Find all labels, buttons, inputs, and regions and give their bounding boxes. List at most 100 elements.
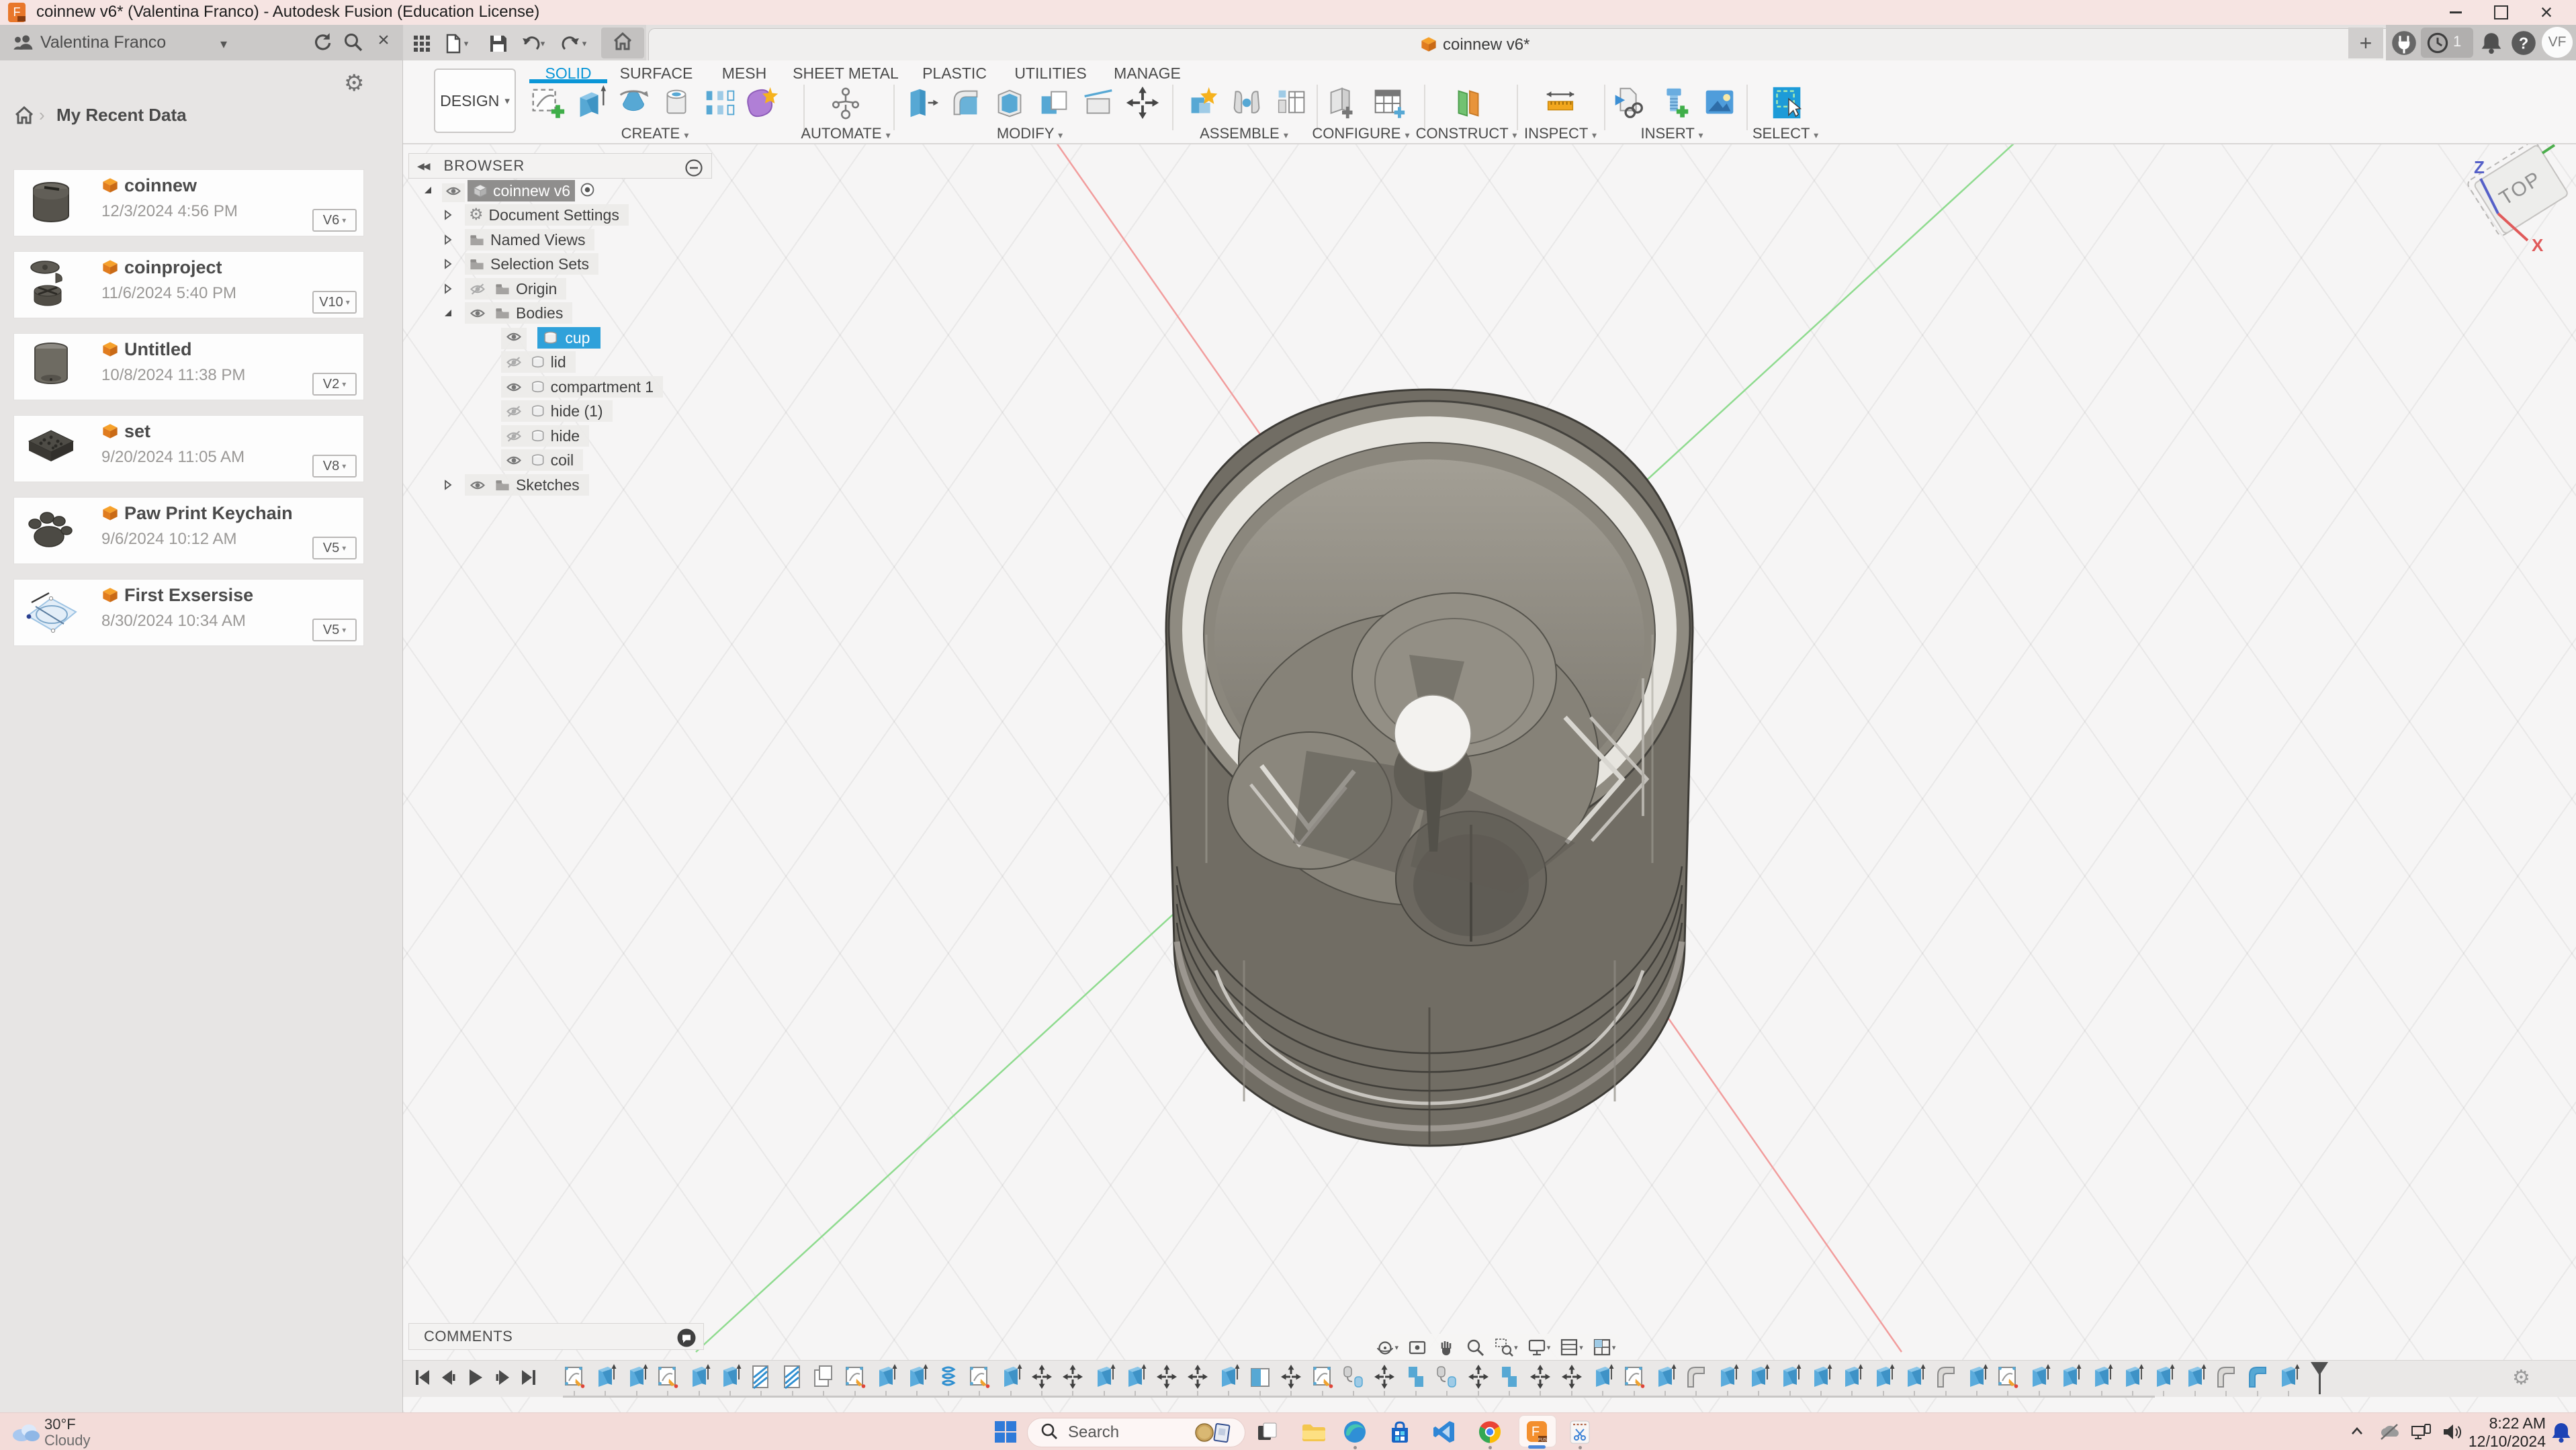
timeline-feature-extrude[interactable] — [688, 1363, 711, 1390]
group-label-inspect[interactable]: INSPECT ▾ — [1524, 125, 1597, 142]
item-version-dropdown[interactable]: V10▾ — [312, 291, 357, 314]
comments-bar[interactable]: COMMENTS — [408, 1323, 704, 1350]
timeline-feature-extrude[interactable] — [1903, 1363, 1926, 1390]
notifications-bell-icon[interactable] — [2480, 30, 2503, 58]
recent-data-card[interactable]: First Exsersise8/30/2024 10:34 AMV5▾ — [13, 579, 364, 646]
timeline-feature-extrude[interactable] — [2184, 1363, 2207, 1390]
comment-bubble-icon[interactable] — [676, 1328, 697, 1351]
viewport-canvas[interactable]: TOP Z X ◀◀ BROWSER coinnew v6⚙Document S… — [403, 60, 2576, 1412]
chrome-icon[interactable] — [1475, 1417, 1505, 1447]
file-explorer-icon[interactable] — [1299, 1417, 1329, 1447]
expander-open-icon[interactable] — [442, 307, 454, 322]
go-to-end-button[interactable] — [519, 1367, 539, 1388]
timeline-feature-extrude[interactable] — [1591, 1363, 1614, 1390]
browser-node-document-settings[interactable]: ⚙Document Settings — [408, 204, 712, 226]
display-settings-icon[interactable]: ▾ — [1527, 1337, 1551, 1357]
step-forward-button[interactable] — [493, 1367, 513, 1388]
fusion-icon[interactable]: FFUS — [1522, 1417, 1552, 1447]
timeline-feature-move[interactable] — [1061, 1363, 1084, 1390]
file-icon[interactable]: ▾ — [442, 30, 469, 57]
pan-icon[interactable] — [1436, 1337, 1456, 1357]
breadcrumb-home-icon[interactable] — [13, 105, 35, 130]
timeline-feature-extrude[interactable] — [875, 1363, 897, 1390]
timeline-feature-sketch[interactable] — [656, 1363, 679, 1390]
rigid-button[interactable] — [1272, 83, 1311, 122]
timeline-feature-shell[interactable] — [812, 1363, 835, 1390]
timeline-feature-extrude[interactable] — [2152, 1363, 2175, 1390]
tray-chevron-icon[interactable] — [2347, 1422, 2367, 1445]
timeline-feature-fillet[interactable] — [1935, 1363, 1957, 1390]
onedrive-off-icon[interactable] — [2378, 1422, 2401, 1445]
expander-collapsed-icon[interactable] — [442, 283, 454, 298]
timeline-feature-sketch[interactable] — [1623, 1363, 1646, 1390]
recent-data-card[interactable]: Paw Print Keychain9/6/2024 10:12 AMV5▾ — [13, 497, 364, 564]
timeline-feature-extrude[interactable] — [1000, 1363, 1022, 1390]
zoom-icon[interactable] — [1465, 1337, 1485, 1357]
weather-temp[interactable]: 30°F — [44, 1416, 76, 1433]
look-at-icon[interactable] — [1407, 1337, 1427, 1357]
timeline-feature-extrude[interactable] — [2028, 1363, 2051, 1390]
recent-data-card[interactable]: coinproject11/6/2024 5:40 PMV10▾ — [13, 251, 364, 318]
timeline-feature-coil[interactable] — [937, 1363, 960, 1390]
browser-node-origin[interactable]: Origin — [408, 278, 712, 300]
timeline-feature-extrude[interactable] — [1093, 1363, 1116, 1390]
browser-node-sketches[interactable]: Sketches — [408, 474, 712, 496]
document-tab[interactable]: coinnew v6* × — [648, 28, 2576, 60]
timeline-feature-move[interactable] — [1280, 1363, 1302, 1390]
hole-button[interactable] — [657, 83, 696, 122]
store-icon[interactable] — [1385, 1417, 1415, 1447]
timeline-feature-sketch[interactable] — [1996, 1363, 2019, 1390]
root-label-box[interactable]: coinnew v6 — [468, 180, 575, 201]
browser-node-bodies[interactable]: Bodies — [408, 302, 712, 324]
group-label-select[interactable]: SELECT ▾ — [1752, 125, 1818, 142]
timeline-feature-fillet2[interactable] — [2246, 1363, 2269, 1390]
chevron-down-icon[interactable]: ▾ — [220, 36, 227, 52]
plane-construct-button[interactable] — [1449, 83, 1488, 122]
timeline-feature-extrude[interactable] — [905, 1363, 928, 1390]
node-pill[interactable]: ⚙Document Settings — [465, 204, 629, 226]
group-label-construct[interactable]: CONSTRUCT ▾ — [1416, 125, 1517, 142]
browser-node-named-views[interactable]: Named Views — [408, 229, 712, 251]
group-label-automate[interactable]: AUTOMATE ▾ — [801, 125, 890, 142]
timeline-feature-sketch[interactable] — [968, 1363, 991, 1390]
shell-big-button[interactable] — [990, 83, 1029, 122]
start-button[interactable] — [991, 1417, 1020, 1447]
group-label-modify[interactable]: MODIFY ▾ — [997, 125, 1063, 142]
configure2-button[interactable] — [1368, 83, 1407, 122]
timeline-feature-extrude[interactable] — [2059, 1363, 2082, 1390]
insert-deriv-button[interactable] — [1609, 83, 1648, 122]
configure1-button[interactable] — [1323, 83, 1362, 122]
viewports-icon[interactable]: ▾ — [1592, 1337, 1616, 1357]
extrude-big-button[interactable] — [571, 83, 610, 122]
expander-collapsed-icon[interactable] — [442, 234, 454, 249]
timeline-feature-extrude[interactable] — [1779, 1363, 1802, 1390]
timeline-playhead-line[interactable] — [2319, 1362, 2321, 1394]
extensions-icon[interactable] — [2391, 30, 2417, 59]
recent-data-card[interactable]: coinnew12/3/2024 4:56 PMV6▾ — [13, 169, 364, 236]
item-version-dropdown[interactable]: V8▾ — [312, 455, 357, 478]
fillet-big-button[interactable] — [946, 83, 985, 122]
form-button[interactable] — [743, 83, 782, 122]
clock-date[interactable]: 8:22 AM 12/10/2024 — [2464, 1414, 2546, 1450]
save-icon[interactable] — [485, 30, 512, 57]
speaker-icon[interactable] — [2441, 1422, 2464, 1445]
radio-icon[interactable] — [580, 183, 594, 200]
weather-desc[interactable]: Cloudy — [44, 1432, 90, 1449]
group-label-assemble[interactable]: ASSEMBLE ▾ — [1200, 125, 1288, 142]
timeline-feature-move[interactable] — [1030, 1363, 1053, 1390]
orbit-icon[interactable]: ▾ — [1375, 1337, 1399, 1357]
timeline-feature-sketch[interactable] — [844, 1363, 867, 1390]
split-button[interactable] — [1079, 83, 1118, 122]
group-label-create[interactable]: CREATE ▾ — [621, 125, 689, 142]
node-pill[interactable]: Origin — [465, 278, 566, 300]
new-tab-button[interactable]: + — [2348, 28, 2383, 58]
timeline-feature-move[interactable] — [1186, 1363, 1209, 1390]
automate-button[interactable] — [826, 83, 865, 122]
node-pill[interactable]: lid — [501, 351, 576, 373]
job-status-button[interactable]: 1 — [2421, 28, 2473, 58]
refresh-icon[interactable] — [306, 27, 337, 58]
browser-node-coil[interactable]: coil — [408, 449, 712, 471]
redo-icon[interactable]: ▾ — [560, 30, 587, 57]
timeline-feature-extrude[interactable] — [1872, 1363, 1895, 1390]
browser-node-compartment-1[interactable]: compartment 1 — [408, 376, 712, 398]
